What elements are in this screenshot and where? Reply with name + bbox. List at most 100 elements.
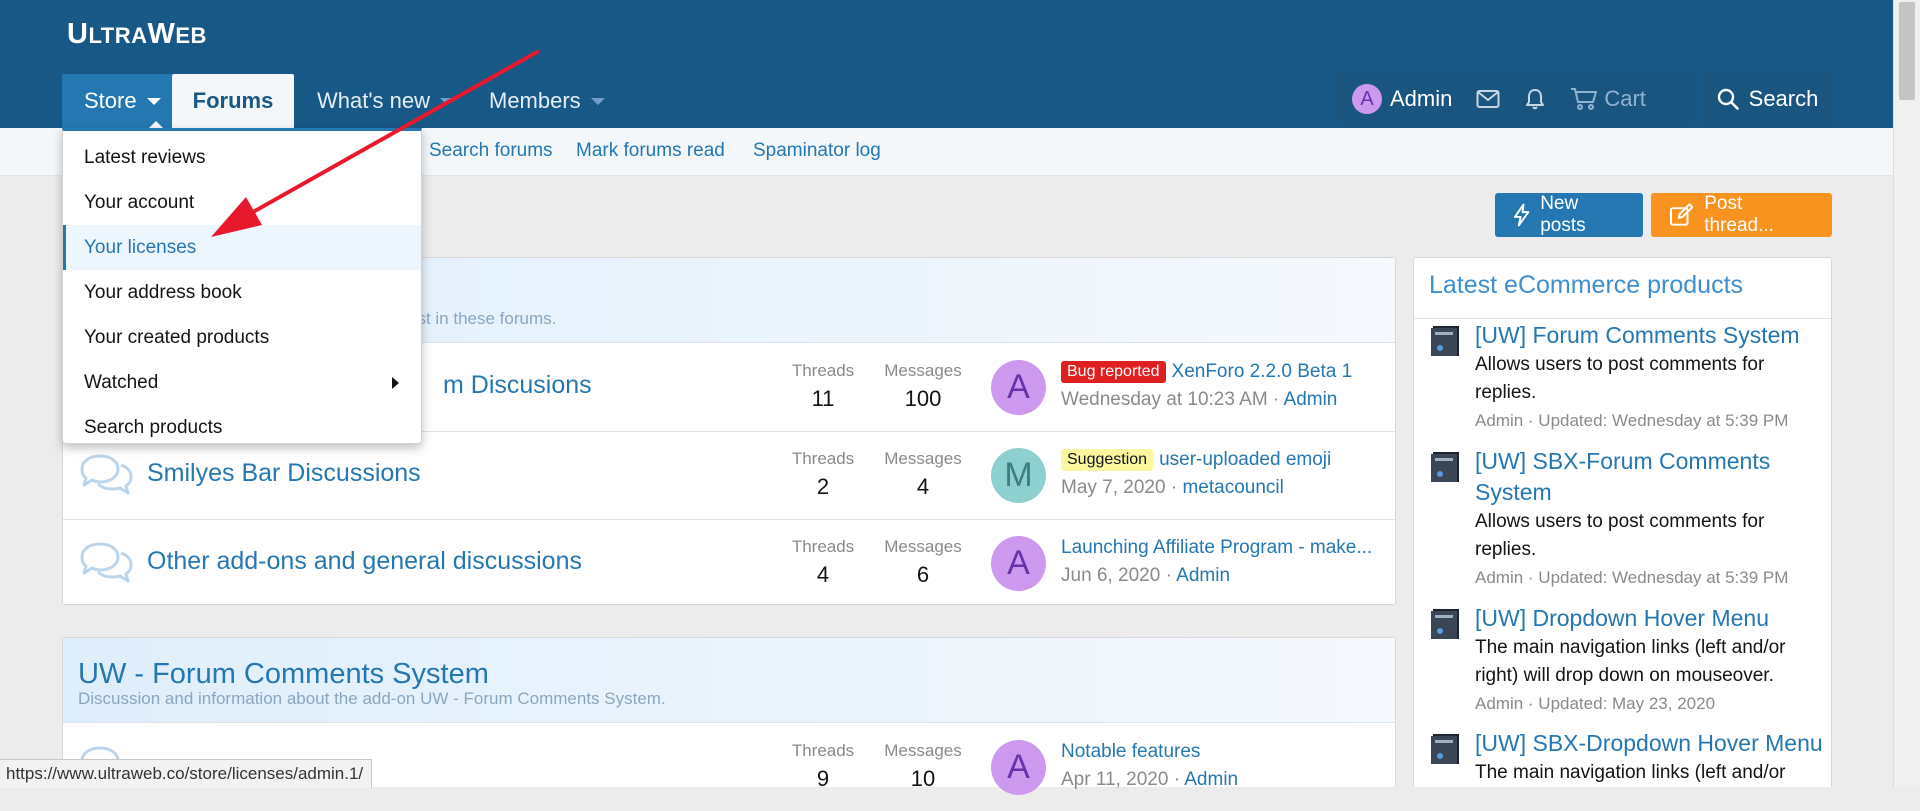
- store-dropdown-menu: Latest reviews Your account Your license…: [62, 128, 422, 444]
- latest-post-title[interactable]: Launching Affiliate Program - make...: [1061, 537, 1372, 558]
- product-box-icon[interactable]: [1429, 607, 1463, 641]
- search-icon: [1717, 88, 1739, 110]
- subnav-search-forums[interactable]: Search forums: [429, 140, 553, 162]
- page-scrollbar[interactable]: [1893, 0, 1920, 787]
- menu-item-watched-label: Watched: [84, 371, 159, 393]
- latest-post-date[interactable]: Jun 6, 2020: [1061, 565, 1160, 586]
- chat-bubbles-icon: [80, 542, 133, 583]
- product-box-icon[interactable]: [1429, 450, 1463, 484]
- threads-stat: Threads 4: [773, 537, 873, 588]
- product-description: The main navigation links (left and/or r…: [1475, 637, 1786, 686]
- cart-label: Cart: [1604, 86, 1646, 111]
- account-menu[interactable]: A Admin: [1338, 72, 1464, 126]
- messages-stat: Messages 10: [873, 741, 973, 792]
- menu-item-watched[interactable]: Watched: [63, 360, 421, 405]
- messages-label: Messages: [884, 741, 962, 760]
- threads-count: 9: [816, 766, 830, 791]
- product-description: Allows users to post comments for replie…: [1475, 511, 1765, 560]
- messages-stat: Messages 6: [873, 537, 973, 588]
- latest-post-date[interactable]: Wednesday at 10:23 AM: [1061, 389, 1268, 410]
- menu-item-your-address-book[interactable]: Your address book: [63, 270, 421, 315]
- cart-button[interactable]: Cart: [1558, 72, 1658, 126]
- bell-icon: [1526, 89, 1545, 110]
- user-nav-group: A Admin Cart: [1338, 72, 1694, 126]
- latest-post: Notable features Apr 11, 2020 · Admin: [1061, 741, 1391, 791]
- new-posts-button[interactable]: New posts: [1495, 193, 1643, 237]
- product-title[interactable]: [UW] SBX-Forum Comments System: [1475, 446, 1825, 508]
- subnav-mark-forums-read[interactable]: Mark forums read: [576, 140, 725, 162]
- inbox-button[interactable]: [1464, 72, 1512, 126]
- menu-item-latest-reviews[interactable]: Latest reviews: [63, 135, 421, 180]
- latest-post-title[interactable]: user-uploaded emoji: [1159, 449, 1331, 470]
- avatar[interactable]: A: [991, 536, 1046, 591]
- logo-part: W: [147, 18, 176, 50]
- nav-tab-store-label: Store: [84, 88, 137, 113]
- forum-node: Other add-ons and general discussions Th…: [63, 519, 1395, 607]
- forum-node-title[interactable]: m Discusions: [443, 371, 592, 400]
- latest-post: Bug reported XenForo 2.2.0 Beta 1 Wednesd…: [1061, 361, 1391, 411]
- scrollbar-thumb[interactable]: [1899, 2, 1915, 100]
- latest-post-user[interactable]: metacouncil: [1182, 477, 1283, 498]
- menu-item-your-licenses[interactable]: Your licenses: [63, 225, 421, 270]
- logo-part: EB: [175, 23, 207, 48]
- messages-count: 4: [916, 474, 930, 499]
- nav-tab-forums[interactable]: Forums: [172, 74, 294, 128]
- post-thread-label: Post thread...: [1704, 193, 1774, 236]
- product-box-icon[interactable]: [1429, 732, 1463, 766]
- latest-post-date[interactable]: May 7, 2020: [1061, 477, 1166, 498]
- threads-label: Threads: [791, 741, 855, 760]
- latest-post-user[interactable]: Admin: [1176, 565, 1230, 586]
- edit-icon: [1669, 203, 1694, 226]
- nav-tab-forums-label: Forums: [192, 88, 274, 113]
- nav-tab-whats-new[interactable]: What's new: [317, 74, 455, 128]
- subnav-spaminator-log[interactable]: Spaminator log: [753, 140, 881, 162]
- forum-node-title[interactable]: Other add-ons and general discussions: [147, 547, 582, 576]
- search-button[interactable]: Search: [1703, 72, 1832, 126]
- threads-label: Threads: [791, 449, 855, 468]
- product-title[interactable]: [UW] SBX-Dropdown Hover Menu: [1475, 728, 1825, 759]
- menu-item-your-account[interactable]: Your account: [63, 180, 421, 225]
- chevron-right-icon: [392, 377, 399, 389]
- nav-tab-store[interactable]: Store: [62, 74, 172, 128]
- search-label: Search: [1748, 86, 1819, 111]
- logo-part: LTRA: [88, 23, 148, 48]
- chat-bubbles-icon: [80, 454, 133, 495]
- menu-item-your-created-products[interactable]: Your created products: [63, 315, 421, 360]
- messages-count: 10: [910, 766, 936, 791]
- category-description: ost in these forums.: [408, 309, 557, 328]
- product-box-icon[interactable]: [1429, 324, 1463, 358]
- threads-label: Threads: [791, 537, 855, 556]
- category-title[interactable]: UW - Forum Comments System: [78, 658, 489, 691]
- divider: [1414, 318, 1831, 319]
- threads-count: 2: [816, 474, 830, 499]
- threads-label: Threads: [791, 361, 855, 380]
- sidebar-title[interactable]: Latest eCommerce products: [1429, 271, 1743, 300]
- logo-part: U: [67, 18, 89, 50]
- post-thread-button[interactable]: Post thread...: [1651, 193, 1832, 237]
- messages-count: 100: [904, 386, 942, 411]
- forum-node-title[interactable]: Smilyes Bar Discussions: [147, 459, 421, 488]
- latest-post: Suggestion user-uploaded emoji May 7, 202…: [1061, 449, 1391, 499]
- menu-item-search-products[interactable]: Search products: [63, 405, 421, 450]
- separator: ·: [1165, 565, 1172, 586]
- chevron-down-icon[interactable]: [440, 97, 455, 105]
- product-meta: Admin · Updated: Wednesday at 5:39 PM: [1475, 411, 1789, 430]
- latest-post-title[interactable]: Notable features: [1061, 741, 1200, 762]
- prefix-badge: Suggestion: [1061, 449, 1154, 471]
- product-title[interactable]: [UW] Forum Comments System: [1475, 320, 1825, 351]
- alerts-button[interactable]: [1512, 72, 1558, 126]
- avatar[interactable]: A: [991, 360, 1046, 415]
- threads-stat: Threads 2: [773, 449, 873, 500]
- nav-tab-members[interactable]: Members: [489, 74, 605, 128]
- messages-stat: Messages 100: [873, 361, 973, 412]
- site-logo[interactable]: ULTRAWEB: [67, 18, 207, 51]
- nav-tab-members-label: Members: [489, 88, 581, 113]
- messages-count: 6: [916, 562, 930, 587]
- avatar[interactable]: M: [991, 448, 1046, 503]
- cart-icon: [1571, 88, 1598, 110]
- product-title[interactable]: [UW] Dropdown Hover Menu: [1475, 603, 1825, 634]
- latest-post-user[interactable]: Admin: [1284, 389, 1338, 410]
- chevron-down-icon[interactable]: [590, 97, 605, 105]
- latest-post-title[interactable]: XenForo 2.2.0 Beta 1: [1172, 361, 1353, 382]
- chevron-down-icon[interactable]: [146, 97, 161, 105]
